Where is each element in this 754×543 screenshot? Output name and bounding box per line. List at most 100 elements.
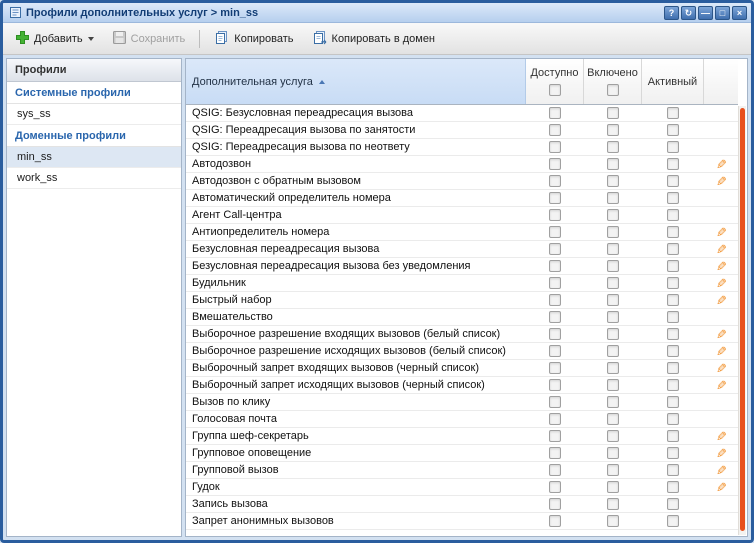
available-checkbox[interactable] [549,328,561,340]
enabled-checkbox[interactable] [607,175,619,187]
active-checkbox[interactable] [667,447,679,459]
available-checkbox[interactable] [549,311,561,323]
vertical-scrollbar[interactable] [738,106,746,535]
add-button[interactable]: Добавить [9,27,100,51]
active-checkbox[interactable] [667,260,679,272]
available-checkbox[interactable] [549,498,561,510]
minimize-button[interactable]: — [698,6,713,20]
enabled-checkbox[interactable] [607,124,619,136]
active-checkbox[interactable] [667,345,679,357]
column-header-service[interactable]: Дополнительная услуга [186,59,526,104]
available-checkbox[interactable] [549,464,561,476]
available-checkbox[interactable] [549,243,561,255]
enabled-checkbox[interactable] [607,107,619,119]
enabled-checkbox[interactable] [607,430,619,442]
active-checkbox[interactable] [667,175,679,187]
enabled-checkbox[interactable] [607,379,619,391]
enabled-checkbox[interactable] [607,311,619,323]
available-checkbox[interactable] [549,277,561,289]
edit-icon[interactable]: ✎ [716,328,727,341]
save-button[interactable]: Сохранить [106,27,192,51]
enabled-checkbox[interactable] [607,192,619,204]
edit-icon[interactable]: ✎ [716,158,727,171]
sidebar-item-sys_ss[interactable]: sys_ss [7,104,181,125]
available-checkbox[interactable] [549,124,561,136]
copy-button[interactable]: Копировать [208,27,299,51]
active-checkbox[interactable] [667,226,679,238]
enabled-checkbox[interactable] [607,277,619,289]
enabled-checkbox[interactable] [607,413,619,425]
available-checkbox[interactable] [549,209,561,221]
active-checkbox[interactable] [667,515,679,527]
enabled-checkbox[interactable] [607,515,619,527]
available-checkbox[interactable] [549,345,561,357]
available-checkbox[interactable] [549,158,561,170]
active-checkbox[interactable] [667,413,679,425]
close-button[interactable]: × [732,6,747,20]
available-checkbox[interactable] [549,226,561,238]
edit-icon[interactable]: ✎ [716,243,727,256]
active-checkbox[interactable] [667,396,679,408]
active-checkbox[interactable] [667,362,679,374]
available-checkbox[interactable] [549,362,561,374]
active-checkbox[interactable] [667,328,679,340]
help-button[interactable]: ? [664,6,679,20]
maximize-button[interactable]: □ [715,6,730,20]
column-header-enabled[interactable]: Включено [584,59,642,104]
enabled-checkbox[interactable] [607,294,619,306]
edit-icon[interactable]: ✎ [716,294,727,307]
available-checkbox[interactable] [549,430,561,442]
available-checkbox[interactable] [549,413,561,425]
enabled-checkbox[interactable] [607,464,619,476]
scrollbar-thumb[interactable] [740,108,745,531]
active-checkbox[interactable] [667,107,679,119]
active-checkbox[interactable] [667,141,679,153]
sidebar-item-min_ss[interactable]: min_ss [7,147,181,168]
active-checkbox[interactable] [667,192,679,204]
copy-to-domain-button[interactable]: Копировать в домен [306,27,441,51]
edit-icon[interactable]: ✎ [716,226,727,239]
enabled-checkbox[interactable] [607,447,619,459]
enabled-checkbox[interactable] [607,396,619,408]
active-checkbox[interactable] [667,464,679,476]
available-checkbox[interactable] [549,260,561,272]
available-checkbox[interactable] [549,294,561,306]
edit-icon[interactable]: ✎ [716,379,727,392]
edit-icon[interactable]: ✎ [716,260,727,273]
enabled-checkbox[interactable] [607,362,619,374]
active-checkbox[interactable] [667,243,679,255]
edit-icon[interactable]: ✎ [716,447,727,460]
enabled-checkbox[interactable] [607,158,619,170]
active-checkbox[interactable] [667,209,679,221]
active-checkbox[interactable] [667,294,679,306]
edit-icon[interactable]: ✎ [716,345,727,358]
edit-icon[interactable]: ✎ [716,175,727,188]
available-checkbox[interactable] [549,379,561,391]
active-checkbox[interactable] [667,498,679,510]
active-checkbox[interactable] [667,277,679,289]
active-checkbox[interactable] [667,311,679,323]
active-checkbox[interactable] [667,481,679,493]
available-checkbox[interactable] [549,141,561,153]
available-checkbox[interactable] [549,481,561,493]
edit-icon[interactable]: ✎ [716,481,727,494]
active-checkbox[interactable] [667,430,679,442]
enabled-checkbox[interactable] [607,498,619,510]
available-checkbox[interactable] [549,175,561,187]
active-checkbox[interactable] [667,124,679,136]
enabled-checkbox[interactable] [607,328,619,340]
available-checkbox[interactable] [549,447,561,459]
available-checkbox[interactable] [549,107,561,119]
enabled-checkbox[interactable] [607,226,619,238]
edit-icon[interactable]: ✎ [716,464,727,477]
available-checkbox[interactable] [549,396,561,408]
column-header-available[interactable]: Доступно [526,59,584,104]
enabled-checkbox[interactable] [607,481,619,493]
available-header-checkbox[interactable] [549,84,561,96]
sidebar-item-work_ss[interactable]: work_ss [7,168,181,189]
enabled-checkbox[interactable] [607,345,619,357]
enabled-checkbox[interactable] [607,260,619,272]
available-checkbox[interactable] [549,192,561,204]
active-checkbox[interactable] [667,158,679,170]
enabled-checkbox[interactable] [607,141,619,153]
